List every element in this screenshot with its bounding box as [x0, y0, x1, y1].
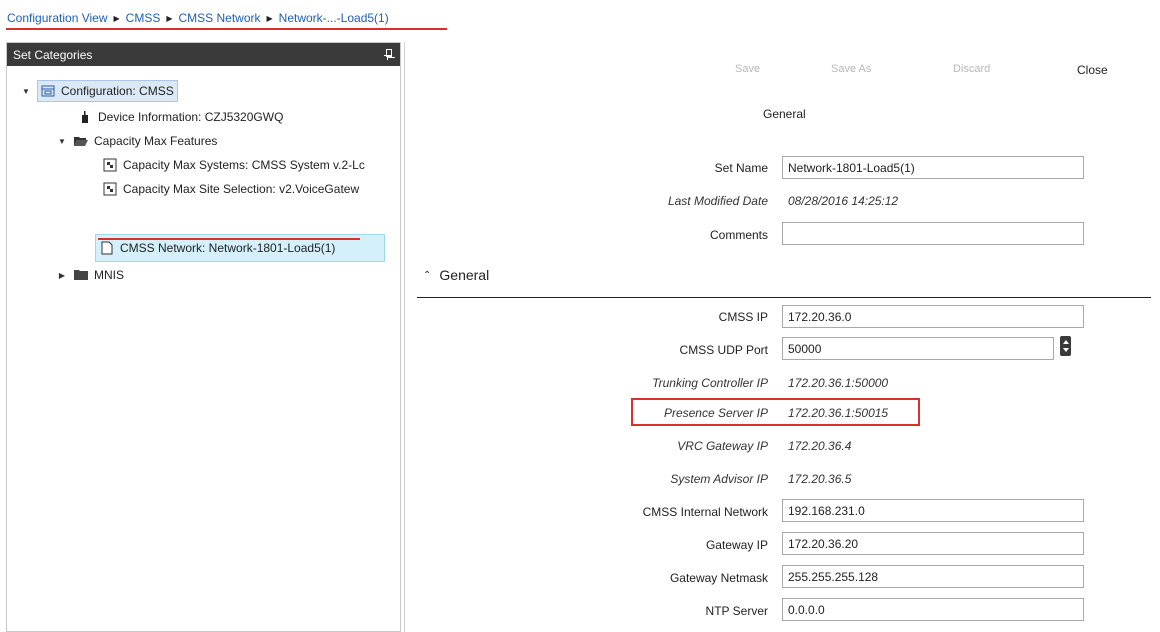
vrc-gateway-ip-value: 172.20.36.4: [788, 439, 852, 453]
document-icon: [99, 240, 115, 256]
gateway-ip-label: Gateway IP: [705, 538, 768, 552]
device-icon: [77, 109, 93, 125]
cmss-internal-network-label: CMSS Internal Network: [642, 505, 768, 519]
tree-node-device-info[interactable]: Device Information: CZJ5320GWQ: [77, 106, 283, 128]
trunking-controller-ip-label: Trunking Controller IP: [652, 376, 768, 390]
gateway-netmask-label: Gateway Netmask: [669, 571, 768, 585]
chevron-right-icon: ▶: [266, 13, 273, 23]
last-modified-value: 08/28/2016 14:25:12: [788, 194, 899, 208]
system-advisor-ip-value: 172.20.36.5: [788, 472, 852, 486]
cmss-internal-network-field[interactable]: [782, 499, 1084, 522]
presence-server-ip-label: Presence Server IP: [663, 406, 768, 420]
ntp-server-label: NTP Server: [705, 604, 768, 618]
tree-node-configuration-label-box[interactable]: Configuration: CMSS: [37, 80, 178, 102]
breadcrumb-annotation-underline: [6, 28, 447, 30]
general-section-header[interactable]: ⌃ General: [423, 267, 489, 283]
general-section-title: General: [439, 267, 490, 283]
gateway-ip-field[interactable]: [782, 532, 1084, 555]
breadcrumb-current-set[interactable]: Network-...-Load5(1): [279, 11, 389, 25]
chevron-right-icon: ▶: [166, 13, 173, 23]
chevron-up-icon[interactable]: ⌃: [423, 270, 431, 281]
comments-label: Comments: [709, 228, 768, 242]
expand-right-icon[interactable]: ▶: [57, 270, 67, 280]
ntp-server-field[interactable]: [782, 598, 1084, 621]
cmss-udp-port-field[interactable]: [782, 337, 1054, 360]
close-button[interactable]: Close: [1077, 63, 1108, 77]
selected-node-annotation-underline: [98, 238, 360, 240]
save-as-button[interactable]: Save As: [831, 63, 871, 75]
tree-node-label: Capacity Max Site Selection: v2.VoiceGat…: [123, 182, 360, 196]
system-advisor-ip-label: System Advisor IP: [670, 472, 768, 486]
set-icon: [102, 157, 118, 173]
save-button[interactable]: Save: [735, 63, 760, 75]
discard-button[interactable]: Discard: [953, 63, 990, 75]
pin-icon[interactable]: [383, 48, 393, 61]
cmss-ip-field[interactable]: [782, 305, 1084, 328]
general-caption: General: [763, 107, 806, 121]
tree-node-capacity-max[interactable]: ▼ Capacity Max Features: [57, 130, 217, 152]
folder-open-icon: [73, 133, 89, 149]
set-categories-panel: Set Categories ▼ Configuration: CMSS Dev…: [6, 42, 401, 632]
set-editor-panel: Save Save As Discard Close General Set N…: [404, 42, 1160, 632]
tree-node-mnis[interactable]: ▶ MNIS: [57, 264, 124, 286]
section-divider: [417, 297, 1151, 298]
expand-down-icon[interactable]: ▼: [57, 136, 67, 146]
tree-node-label: Configuration: CMSS: [61, 84, 174, 98]
folder-icon: [73, 267, 89, 283]
port-stepper[interactable]: [1060, 336, 1071, 356]
tree-node-label: Capacity Max Features: [94, 134, 218, 148]
expand-down-icon[interactable]: ▼: [21, 86, 31, 96]
presence-server-ip-value: 172.20.36.1:50015: [788, 406, 889, 420]
breadcrumb-cmss[interactable]: CMSS: [126, 11, 161, 25]
spin-down-icon[interactable]: [1062, 348, 1069, 352]
comments-field[interactable]: [782, 222, 1084, 245]
trunking-controller-ip-value: 172.20.36.1:50000: [788, 376, 889, 390]
tree-node-cm-systems[interactable]: Capacity Max Systems: CMSS System v.2-Lc: [102, 154, 365, 176]
breadcrumb-cmss-network[interactable]: CMSS Network: [179, 11, 261, 25]
tree-node-label: Capacity Max Systems: CMSS System v.2-Lc: [123, 158, 365, 172]
set-name-label: Set Name: [714, 161, 768, 175]
last-modified-label: Last Modified Date: [667, 194, 768, 208]
tree-node-label: MNIS: [94, 268, 124, 282]
config-icon: [40, 83, 56, 99]
tree-node-configuration[interactable]: ▼ Configuration: CMSS: [21, 80, 178, 102]
vrc-gateway-ip-label: VRC Gateway IP: [677, 439, 768, 453]
set-name-field[interactable]: [782, 156, 1084, 179]
breadcrumb: Configuration View ▶ CMSS ▶ CMSS Network…: [7, 8, 389, 28]
cmss-udp-port-label: CMSS UDP Port: [679, 343, 768, 357]
panel-title: Set Categories: [13, 47, 93, 62]
panel-header: Set Categories: [7, 43, 400, 66]
tree-node-label: Device Information: CZJ5320GWQ: [98, 110, 284, 124]
gateway-netmask-field[interactable]: [782, 565, 1084, 588]
cmss-ip-label: CMSS IP: [718, 310, 768, 324]
set-icon: [102, 181, 118, 197]
chevron-right-icon: ▶: [113, 13, 120, 23]
breadcrumb-configuration-view[interactable]: Configuration View: [7, 11, 108, 25]
tree-node-cm-site-selection[interactable]: Capacity Max Site Selection: v2.VoiceGat…: [102, 178, 359, 200]
spin-up-icon[interactable]: [1062, 340, 1069, 344]
tree-node-label: CMSS Network: Network-1801-Load5(1): [120, 241, 336, 255]
